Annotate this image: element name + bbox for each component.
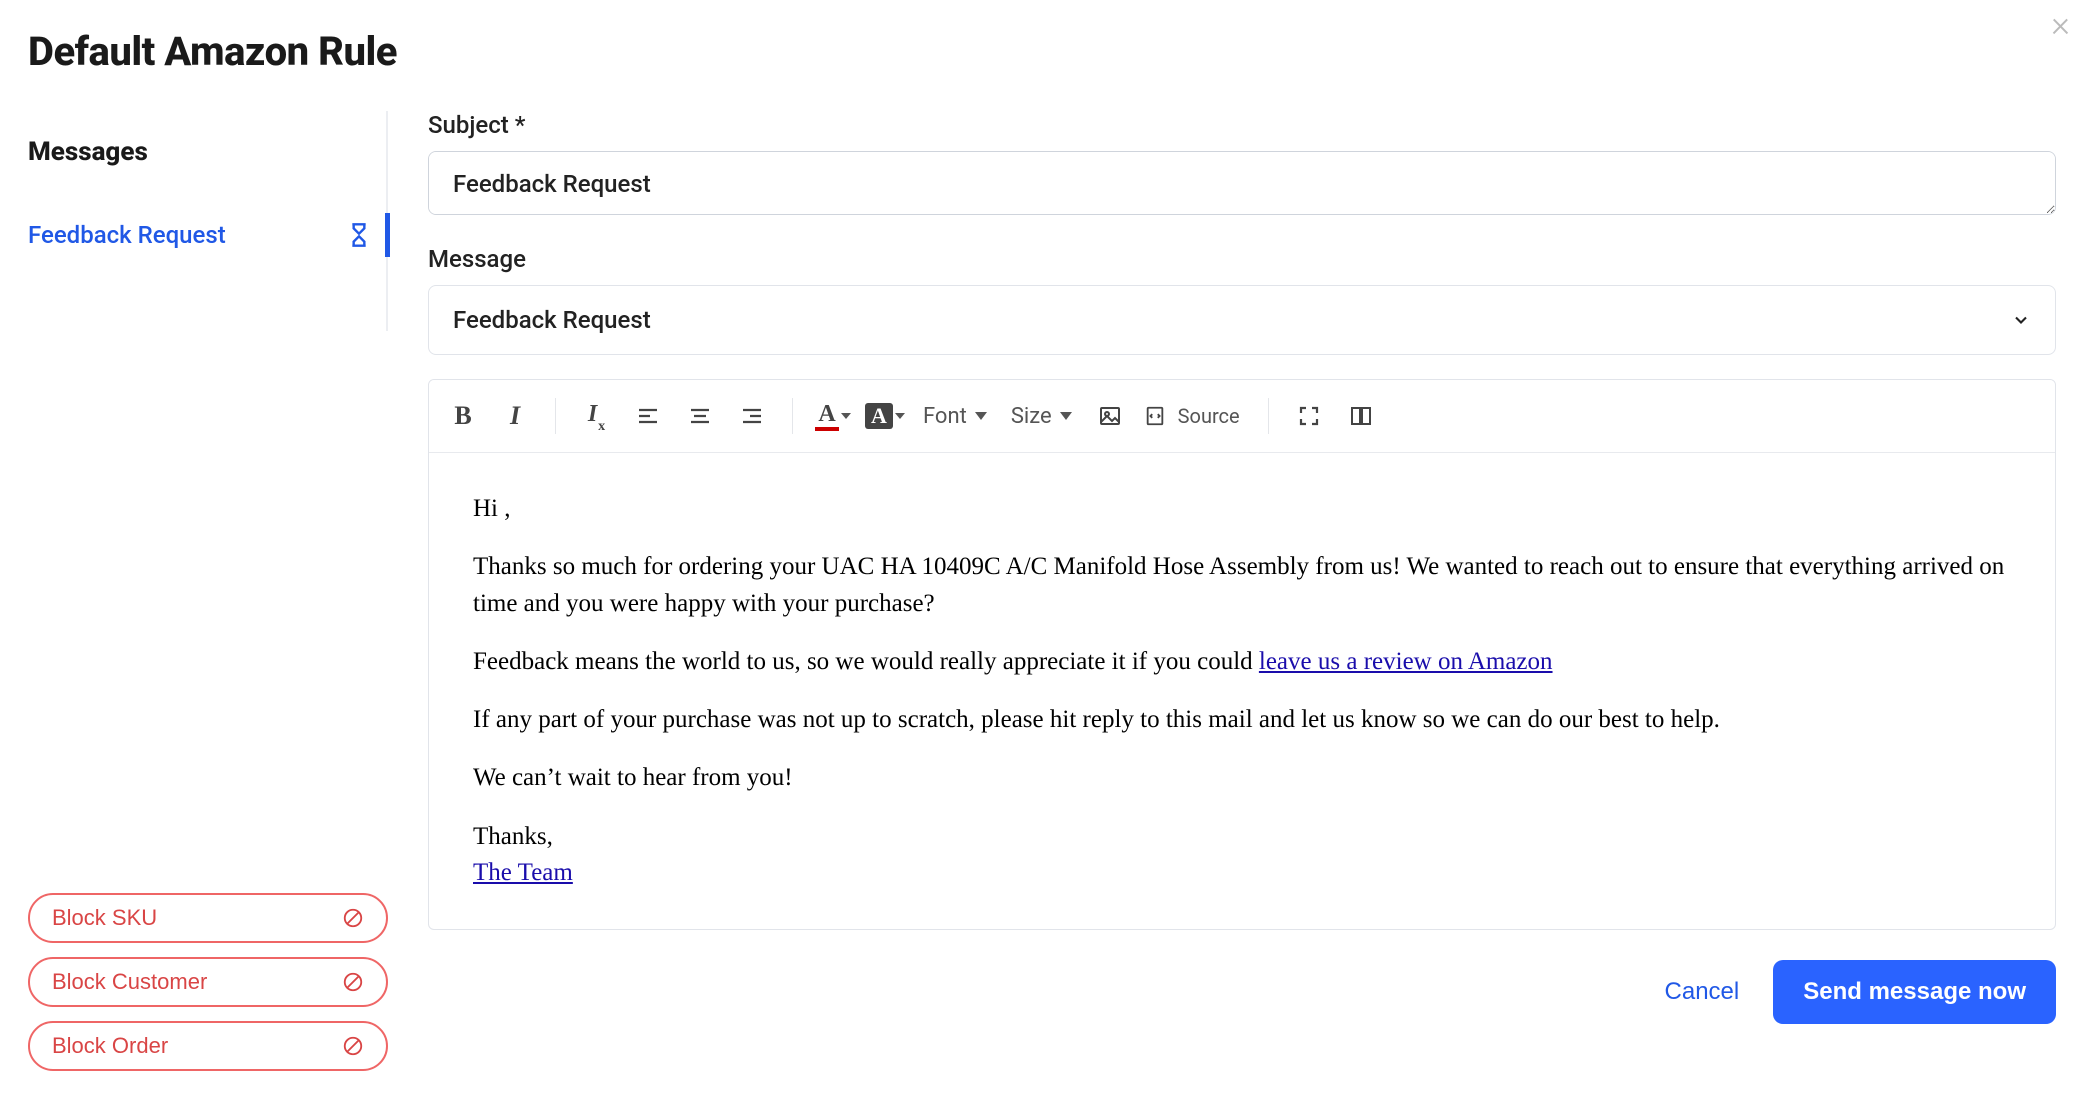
page-title: Default Amazon Rule (28, 28, 2056, 75)
toolbar-separator (1268, 398, 1269, 434)
sidebar-item-label: Feedback Request (28, 221, 226, 249)
close-icon[interactable]: × (2051, 6, 2070, 42)
toolbar-separator (555, 398, 556, 434)
remove-format-button[interactable]: Ix (570, 390, 622, 442)
ban-icon (342, 907, 364, 929)
main-form: Subject * Message Feedback Request B I I… (428, 111, 2056, 1071)
size-label: Size (1011, 404, 1052, 429)
editor-text: Feedback means the world to us, so we wo… (473, 648, 1259, 675)
block-button-label: Block Order (52, 1033, 168, 1059)
chevron-down-icon (975, 412, 987, 420)
ban-icon (342, 1035, 364, 1057)
show-blocks-button[interactable] (1335, 390, 1387, 442)
editor-content[interactable]: Hi , Thanks so much for ordering your UA… (429, 453, 2055, 929)
bold-button[interactable]: B (437, 390, 489, 442)
editor-paragraph: We can’t wait to hear from you! (473, 760, 2011, 796)
text-color-button[interactable]: A (807, 390, 859, 442)
block-sku-button[interactable]: Block SKU (28, 893, 388, 943)
block-customer-button[interactable]: Block Customer (28, 957, 388, 1007)
background-color-button[interactable]: A (859, 390, 911, 442)
editor-signoff: Thanks, (473, 823, 553, 850)
team-link[interactable]: The Team (473, 859, 573, 886)
template-select-value: Feedback Request (453, 306, 651, 334)
chevron-down-icon (1060, 412, 1072, 420)
editor-paragraph: Thanks so much for ordering your UAC HA … (473, 549, 2011, 622)
editor-toolbar: B I Ix A A (429, 380, 2055, 453)
source-button[interactable]: Source (1136, 390, 1254, 442)
block-button-label: Block Customer (52, 969, 207, 995)
sidebar-item-feedback-request[interactable]: Feedback Request (28, 213, 369, 257)
send-message-button[interactable]: Send message now (1773, 960, 2056, 1024)
template-select[interactable]: Feedback Request (428, 285, 2056, 355)
font-label: Font (923, 404, 967, 429)
align-right-button[interactable] (726, 390, 778, 442)
modal-default-amazon-rule: × Default Amazon Rule Messages Feedback … (0, 0, 2084, 1120)
editor-paragraph: If any part of your purchase was not up … (473, 702, 2011, 738)
chevron-down-icon (2011, 310, 2031, 330)
editor-paragraph: Feedback means the world to us, so we wo… (473, 644, 2011, 680)
block-button-label: Block SKU (52, 905, 157, 931)
font-family-dropdown[interactable]: Font (911, 390, 999, 442)
align-center-button[interactable] (674, 390, 726, 442)
modal-footer: Cancel Send message now (428, 960, 2056, 1024)
cancel-button[interactable]: Cancel (1665, 978, 1740, 1006)
align-left-button[interactable] (622, 390, 674, 442)
image-button[interactable] (1084, 390, 1136, 442)
source-label: Source (1172, 404, 1246, 428)
maximize-button[interactable] (1283, 390, 1335, 442)
hourglass-icon (349, 223, 369, 247)
subject-label: Subject * (428, 111, 2056, 139)
review-link[interactable]: leave us a review on Amazon (1259, 648, 1553, 675)
toolbar-separator (792, 398, 793, 434)
editor-paragraph: Thanks, The Team (473, 819, 2011, 892)
block-buttons-group: Block SKU Block Customer Block Order (28, 893, 388, 1071)
sidebar: Messages Feedback Request Block SKU (28, 111, 388, 1071)
editor-paragraph: Hi , (473, 491, 2011, 527)
italic-button[interactable]: I (489, 390, 541, 442)
sidebar-heading: Messages (28, 137, 388, 167)
subject-input[interactable] (428, 151, 2056, 215)
message-label: Message (428, 245, 2056, 273)
ban-icon (342, 971, 364, 993)
font-size-dropdown[interactable]: Size (999, 390, 1084, 442)
rich-text-editor: B I Ix A A (428, 379, 2056, 930)
block-order-button[interactable]: Block Order (28, 1021, 388, 1071)
